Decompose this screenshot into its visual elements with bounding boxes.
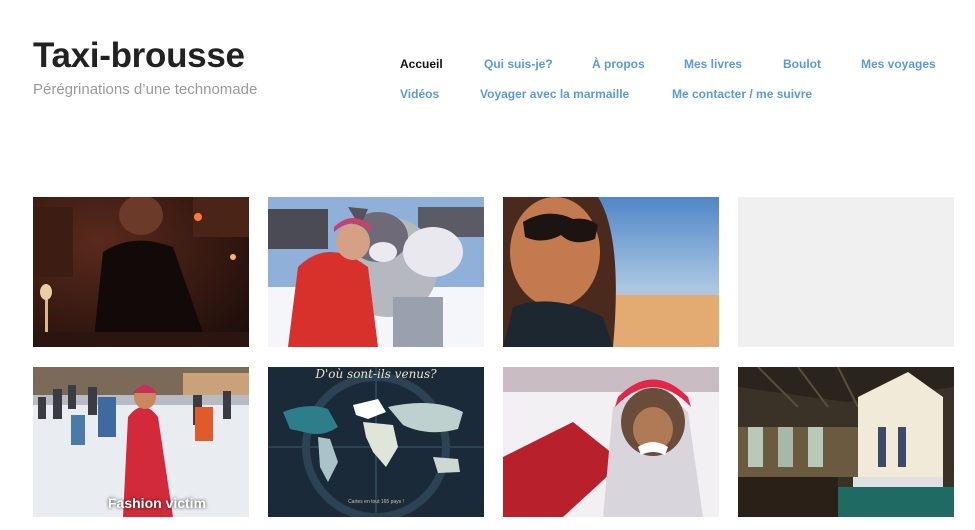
site-title[interactable]: Taxi-brousse <box>33 36 245 76</box>
beach-photo <box>503 197 719 347</box>
gallery-tile-beach[interactable] <box>503 197 719 347</box>
nav-link-mes-voyages[interactable]: Mes voyages <box>861 57 936 71</box>
nav-link-accueil[interactable]: Accueil <box>400 57 443 71</box>
map-footer: Cartes en tout 165 pays ! <box>348 499 404 505</box>
child-snow-photo <box>503 367 719 517</box>
gallery-tile-fashion-victim[interactable]: Fashion victim <box>33 367 249 517</box>
nav-link-videos[interactable]: Vidéos <box>400 87 439 101</box>
restaurant-photo <box>33 197 249 347</box>
map-title: D'où sont-ils venus? <box>315 367 437 381</box>
gallery-tile-world-map[interactable]: D'où sont-ils venus? Cartes en tout 165 … <box>268 367 484 517</box>
nav-link-boulot[interactable]: Boulot <box>783 57 821 71</box>
church-photo <box>738 367 954 517</box>
nav-link-a-propos[interactable]: À propos <box>592 57 645 71</box>
mascot-photo <box>268 197 484 347</box>
nav-link-voyager-avec-la-marmaille[interactable]: Voyager avec la marmaille <box>480 87 629 101</box>
nav-link-qui-suis-je[interactable]: Qui suis-je? <box>484 57 553 71</box>
site-tagline: Pérégrinations d’une technomade <box>33 81 258 98</box>
gallery-tile-placeholder[interactable] <box>738 197 954 347</box>
gallery-tile-church[interactable] <box>738 367 954 517</box>
nav-link-me-contacter[interactable]: Me contacter / me suivre <box>672 87 812 101</box>
gallery-tile-restaurant[interactable] <box>33 197 249 347</box>
gallery-tile-child-snow[interactable] <box>503 367 719 517</box>
tile-caption: Fashion victim <box>108 495 207 511</box>
nav-link-mes-livres[interactable]: Mes livres <box>684 57 742 71</box>
world-map-image <box>268 367 484 517</box>
gallery-tile-mascot[interactable] <box>268 197 484 347</box>
